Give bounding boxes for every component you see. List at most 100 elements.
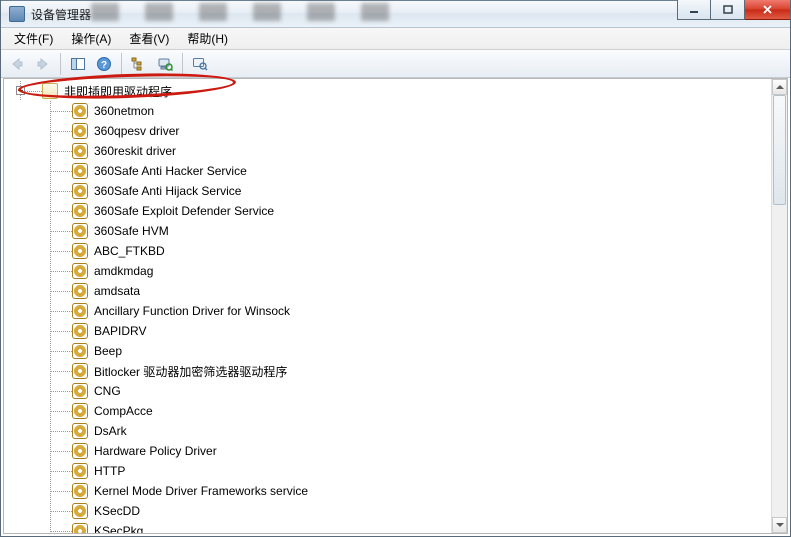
arrow-right-icon: [35, 56, 51, 72]
menu-bar: 文件(F) 操作(A) 查看(V) 帮助(H): [1, 28, 790, 50]
tree-item[interactable]: ABC_FTKBD: [4, 241, 771, 261]
chevron-down-icon: [776, 521, 784, 529]
maximize-button[interactable]: [711, 0, 745, 20]
driver-icon: [72, 403, 88, 419]
window-title: 设备管理器: [31, 6, 91, 23]
tree-item[interactable]: Ancillary Function Driver for Winsock: [4, 301, 771, 321]
tree-item[interactable]: amdsata: [4, 281, 771, 301]
tree-item-label: Ancillary Function Driver for Winsock: [92, 304, 292, 318]
chevron-up-icon: [776, 83, 784, 91]
tree-item[interactable]: CompAcce: [4, 401, 771, 421]
tree-item-label: 360Safe Exploit Defender Service: [92, 204, 276, 218]
scroll-thumb[interactable]: [773, 95, 786, 205]
show-console-tree-button[interactable]: [66, 52, 90, 76]
tree-category-label: 非即插即用驱动程序: [62, 83, 174, 100]
computer-scan-icon: [157, 56, 173, 72]
toolbar-separator: [182, 53, 183, 75]
maximize-icon: [723, 5, 733, 15]
tree-item[interactable]: BAPIDRV: [4, 321, 771, 341]
menu-file[interactable]: 文件(F): [5, 27, 62, 50]
device-tree[interactable]: 非即插即用驱动程序 360netmon 360qpesv driver 360res…: [4, 79, 771, 533]
vertical-scrollbar[interactable]: [771, 79, 787, 533]
driver-icon: [72, 343, 88, 359]
driver-icon: [72, 183, 88, 199]
tree-item[interactable]: 360Safe Anti Hacker Service: [4, 161, 771, 181]
tree-item-label: Kernel Mode Driver Frameworks service: [92, 484, 310, 498]
tree-item[interactable]: 360Safe Exploit Defender Service: [4, 201, 771, 221]
tree-item-label: 360reskit driver: [92, 144, 178, 158]
tree-item-label: ABC_FTKBD: [92, 244, 167, 258]
scroll-down-button[interactable]: [772, 517, 787, 533]
toolbar-separator: [121, 53, 122, 75]
tree-item[interactable]: Beep: [4, 341, 771, 361]
driver-icon: [72, 123, 88, 139]
scroll-up-button[interactable]: [772, 79, 787, 95]
minimize-button[interactable]: [677, 0, 711, 20]
tree-list-icon: [131, 56, 147, 72]
driver-icon: [72, 203, 88, 219]
menu-view[interactable]: 查看(V): [120, 27, 178, 50]
help-button[interactable]: ?: [92, 52, 116, 76]
show-hidden-devices-button[interactable]: [188, 52, 212, 76]
scroll-track[interactable]: [772, 95, 787, 517]
monitor-magnifier-icon: [192, 56, 208, 72]
tree-item[interactable]: CNG: [4, 381, 771, 401]
tree-item-label: Hardware Policy Driver: [92, 444, 219, 458]
close-button[interactable]: [745, 0, 791, 20]
driver-icon: [72, 223, 88, 239]
tree-item[interactable]: 360Safe Anti Hijack Service: [4, 181, 771, 201]
minimize-icon: [689, 5, 699, 15]
tree-item-label: 360Safe Anti Hacker Service: [92, 164, 249, 178]
forward-button[interactable]: [31, 52, 55, 76]
app-icon: [9, 6, 25, 22]
tree-item-label: amdkmdag: [92, 264, 155, 278]
tree-item[interactable]: HTTP: [4, 461, 771, 481]
tree-item[interactable]: KSecPkg: [4, 521, 771, 533]
tree-item-label: Beep: [92, 344, 124, 358]
tree-item-label: CompAcce: [92, 404, 155, 418]
tree-item-label: KSecDD: [92, 504, 142, 518]
driver-icon: [72, 303, 88, 319]
help-icon: ?: [96, 56, 112, 72]
scan-hardware-button[interactable]: [153, 52, 177, 76]
driver-icon: [72, 523, 88, 533]
svg-text:?: ?: [101, 60, 107, 71]
tree-item[interactable]: Hardware Policy Driver: [4, 441, 771, 461]
title-bar[interactable]: 设备管理器: [1, 0, 790, 28]
tree-item[interactable]: Bitlocker 驱动器加密筛选器驱动程序: [4, 361, 771, 381]
tree-item-label: KSecPkg: [92, 524, 145, 533]
tree-category-non-pnp-drivers[interactable]: 非即插即用驱动程序: [4, 81, 771, 101]
tree-item-label: DsArk: [92, 424, 129, 438]
tree-item[interactable]: 360reskit driver: [4, 141, 771, 161]
menu-action[interactable]: 操作(A): [62, 27, 120, 50]
driver-icon: [72, 423, 88, 439]
driver-icon: [72, 363, 88, 379]
tree-item[interactable]: Kernel Mode Driver Frameworks service: [4, 481, 771, 501]
tree-item-label: BAPIDRV: [92, 324, 148, 338]
driver-icon: [72, 143, 88, 159]
tree-item[interactable]: KSecDD: [4, 501, 771, 521]
driver-icon: [72, 483, 88, 499]
tree-item[interactable]: 360qpesv driver: [4, 121, 771, 141]
toolbar-separator: [60, 53, 61, 75]
toolbar: ?: [1, 50, 790, 78]
devices-by-type-button[interactable]: [127, 52, 151, 76]
content-pane: 非即插即用驱动程序 360netmon 360qpesv driver 360res…: [3, 78, 788, 534]
tree-item-label: Bitlocker 驱动器加密筛选器驱动程序: [92, 363, 289, 380]
driver-icon: [72, 323, 88, 339]
tree-item[interactable]: 360netmon: [4, 101, 771, 121]
tree-item[interactable]: amdkmdag: [4, 261, 771, 281]
driver-icon: [72, 383, 88, 399]
menu-help[interactable]: 帮助(H): [178, 27, 237, 50]
tree-item-label: 360netmon: [92, 104, 156, 118]
driver-icon: [72, 103, 88, 119]
tree-item-label: amdsata: [92, 284, 142, 298]
tree-item[interactable]: 360Safe HVM: [4, 221, 771, 241]
category-icon: [42, 83, 58, 99]
back-button[interactable]: [5, 52, 29, 76]
driver-icon: [72, 283, 88, 299]
tree-item[interactable]: DsArk: [4, 421, 771, 441]
driver-icon: [72, 443, 88, 459]
driver-icon: [72, 163, 88, 179]
panel-icon: [70, 56, 86, 72]
